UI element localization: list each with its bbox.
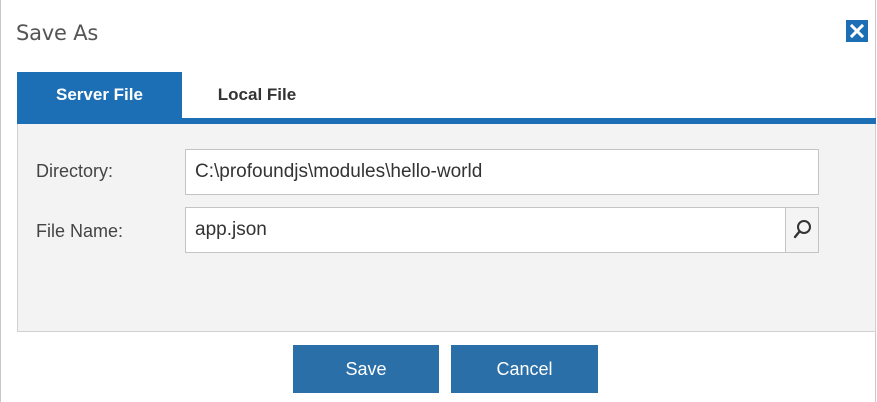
dialog-titlebar: Save As — [1, 0, 875, 64]
search-icon — [793, 220, 811, 239]
close-icon — [850, 24, 864, 38]
filename-input[interactable] — [185, 207, 819, 253]
directory-input[interactable] — [185, 149, 819, 195]
save-button[interactable]: Save — [293, 345, 439, 393]
dialog-title: Save As — [16, 21, 99, 45]
cancel-button[interactable]: Cancel — [451, 345, 598, 393]
server-file-panel: Directory: File Name: — [17, 124, 876, 332]
directory-label: Directory: — [36, 161, 114, 181]
tab-local-file[interactable]: Local File — [182, 72, 332, 118]
browse-file-button[interactable] — [785, 208, 818, 252]
filename-label: File Name: — [36, 221, 124, 241]
save-as-dialog: Save As Server File Local File Directory… — [0, 0, 876, 402]
tab-server-file[interactable]: Server File — [17, 72, 182, 118]
close-button[interactable] — [846, 20, 868, 42]
